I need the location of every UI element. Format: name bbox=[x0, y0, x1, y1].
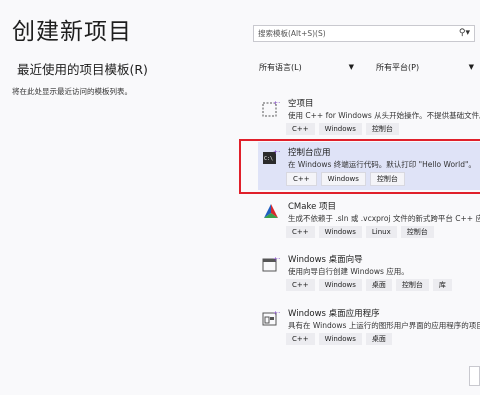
svg-text:C:\: C:\ bbox=[264, 156, 273, 162]
tag: C++ bbox=[286, 226, 315, 238]
tag: Windows bbox=[318, 333, 362, 345]
tag: 控制台 bbox=[395, 279, 429, 291]
tag: Linux bbox=[365, 226, 397, 238]
tag: Windows bbox=[318, 123, 362, 135]
empty-project-icon: ++ bbox=[262, 100, 280, 117]
console-app-icon: C:\ ++ bbox=[263, 149, 280, 164]
tag: 桌面 bbox=[365, 279, 392, 291]
tag: C++ bbox=[286, 123, 315, 135]
chevron-down-icon: ▼ bbox=[348, 63, 354, 71]
desktop-wizard-icon: ++ bbox=[262, 256, 280, 272]
svg-text:++: ++ bbox=[273, 100, 280, 107]
tag: 控制台 bbox=[369, 172, 405, 186]
tag: C++ bbox=[286, 279, 315, 291]
tag: Windows bbox=[318, 279, 362, 291]
template-item-windows-desktop-app[interactable]: ++ Windows 桌面应用程序 具有在 Windows 上运行的图形用户界面… bbox=[258, 303, 480, 351]
recent-templates-heading: 最近使用的项目模板(R) bbox=[17, 62, 148, 77]
template-name: 控制台应用 bbox=[288, 148, 331, 158]
template-description: 在 Windows 终端运行代码。默认打印 "Hello World"。 bbox=[288, 160, 476, 169]
tag: Windows bbox=[318, 226, 362, 238]
template-item-windows-desktop-wizard[interactable]: ++ Windows 桌面向导 使用向导自行创建 Windows 应用。 C++… bbox=[258, 249, 480, 297]
tag: Windows bbox=[320, 172, 366, 186]
search-icon[interactable]: ⚲▾ bbox=[459, 26, 470, 41]
template-name: 空项目 bbox=[288, 99, 314, 109]
tag: C++ bbox=[286, 333, 315, 345]
template-description: 使用 C++ for Windows 从头开始操作。不提供基础文件。 bbox=[288, 111, 480, 120]
template-item-cmake-project[interactable]: CMake 项目 生成不依赖于 .sln 或 .vcxproj 文件的新式跨平台… bbox=[258, 196, 480, 244]
page-title: 创建新项目 bbox=[12, 19, 132, 45]
tag: 桌面 bbox=[365, 333, 392, 345]
template-name: CMake 项目 bbox=[288, 202, 337, 212]
platform-filter-dropdown[interactable]: 所有平台(P) ▼ bbox=[370, 59, 478, 76]
recent-templates-hint: 将在此处显示最近访问的模板列表。 bbox=[12, 87, 132, 96]
template-item-empty-project[interactable]: ++ 空项目 使用 C++ for Windows 从头开始操作。不提供基础文件… bbox=[258, 93, 480, 141]
template-search-input[interactable]: 搜索模板(Alt+S)(S) ⚲▾ bbox=[253, 25, 475, 42]
template-item-console-app[interactable]: C:\ ++ 控制台应用 在 Windows 终端运行代码。默认打印 "Hell… bbox=[258, 142, 480, 190]
scroll-thumb[interactable] bbox=[469, 366, 480, 386]
tag: 控制台 bbox=[365, 123, 399, 135]
svg-text:++: ++ bbox=[273, 310, 280, 317]
svg-text:++: ++ bbox=[273, 149, 280, 156]
template-description: 使用向导自行创建 Windows 应用。 bbox=[288, 267, 409, 276]
tag: C++ bbox=[286, 172, 317, 186]
tag: 控制台 bbox=[400, 226, 434, 238]
desktop-app-icon: ++ bbox=[262, 310, 280, 326]
svg-text:++: ++ bbox=[273, 256, 280, 263]
template-name: Windows 桌面应用程序 bbox=[288, 309, 380, 319]
search-placeholder: 搜索模板(Alt+S)(S) bbox=[258, 29, 326, 38]
template-description: 生成不依赖于 .sln 或 .vcxproj 文件的新式跨平台 C++ 应用 bbox=[288, 214, 480, 223]
template-description: 具有在 Windows 上运行的图形用户界面的应用程序的项目 bbox=[288, 321, 480, 330]
chevron-down-icon: ▼ bbox=[468, 63, 474, 71]
tag: 库 bbox=[432, 279, 452, 291]
template-name: Windows 桌面向导 bbox=[288, 255, 363, 265]
language-filter-dropdown[interactable]: 所有语言(L) ▼ bbox=[253, 59, 358, 76]
cmake-icon bbox=[264, 204, 278, 218]
